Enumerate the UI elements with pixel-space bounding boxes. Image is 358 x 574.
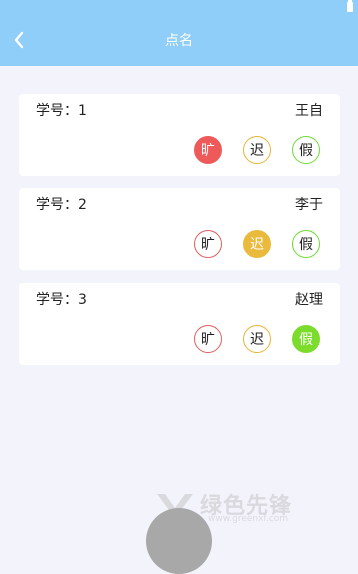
student-id-label: 学号：2 (36, 197, 87, 213)
student-id-label: 学号：3 (36, 292, 87, 308)
page-title: 点名 (165, 33, 193, 49)
late-button[interactable]: 迟 (243, 325, 271, 353)
late-button[interactable]: 迟 (243, 136, 271, 164)
absent-button[interactable]: 旷 (194, 230, 222, 258)
absent-button[interactable]: 旷 (194, 325, 222, 353)
leave-button[interactable]: 假 (292, 325, 320, 353)
student-id-label: 学号：1 (36, 103, 87, 119)
leave-button[interactable]: 假 (292, 230, 320, 258)
student-card: 学号：3 赵理 旷 迟 假 (19, 283, 340, 365)
watermark-logo-icon (157, 494, 193, 518)
absent-button[interactable]: 旷 (194, 136, 222, 164)
student-name: 王自 (295, 103, 323, 119)
student-name: 赵理 (295, 292, 323, 308)
battery-icon (347, 0, 353, 12)
watermark-subtext: www.greenxf.com (208, 514, 289, 524)
student-card: 学号：1 王自 旷 迟 假 (19, 94, 340, 176)
leave-button[interactable]: 假 (292, 136, 320, 164)
student-card: 学号：2 李于 旷 迟 假 (19, 188, 340, 270)
student-name: 李于 (295, 197, 323, 213)
late-button[interactable]: 迟 (243, 230, 271, 258)
app-header: 点名 (0, 0, 358, 66)
